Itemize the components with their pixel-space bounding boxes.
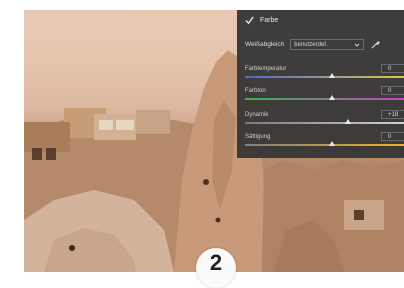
slider-track[interactable] — [245, 122, 404, 124]
slider-label: Dynamik — [245, 112, 269, 118]
slider-track[interactable] — [245, 144, 404, 146]
section-title: Farbe — [260, 17, 279, 24]
slider-thumb[interactable] — [329, 95, 336, 100]
chevron-down-icon — [354, 43, 360, 47]
white-balance-row: Weißabgleich benutzerdef. — [245, 39, 381, 50]
checkmark-icon — [245, 16, 254, 25]
slider-label: Sättigung — [245, 134, 271, 140]
slider-track[interactable] — [245, 98, 404, 100]
slider-thumb[interactable] — [345, 119, 352, 124]
slider-value-input[interactable]: +18 — [381, 110, 404, 119]
slider-value-input[interactable]: 0 — [381, 86, 404, 95]
white-balance-value: benutzerdef. — [294, 41, 328, 48]
eyedropper-icon[interactable] — [370, 39, 381, 50]
section-header[interactable]: Farbe — [245, 16, 278, 25]
slider-thumb[interactable] — [329, 141, 336, 146]
slider-value-input[interactable]: 0 — [381, 132, 404, 141]
slider-thumb[interactable] — [329, 73, 336, 78]
slider-label: Farbton — [245, 88, 266, 94]
slider-track[interactable] — [245, 76, 404, 78]
white-balance-select[interactable]: benutzerdef. — [290, 39, 365, 50]
white-balance-label: Weißabgleich — [245, 41, 285, 48]
slider-label: Farbtemperatur — [245, 66, 287, 72]
color-adjustment-panel: Farbe Weißabgleich benutzerdef. Farbtemp… — [237, 10, 404, 158]
slider-value-input[interactable]: 0 — [381, 64, 404, 73]
step-number-badge: 2 — [196, 248, 236, 288]
